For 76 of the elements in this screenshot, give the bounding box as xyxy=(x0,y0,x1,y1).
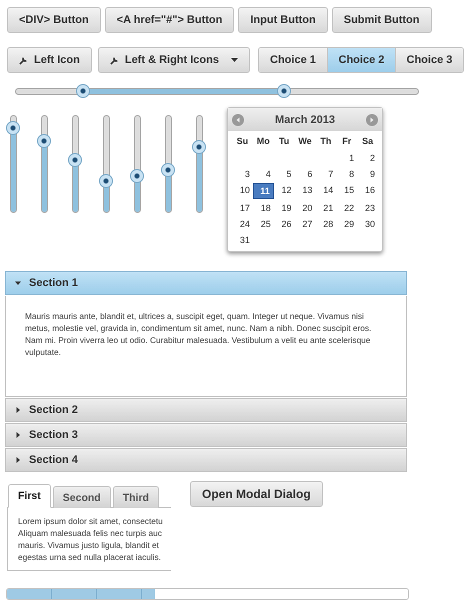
section-text: Mauris mauris ante, blandit et, ultrices a, suscipit eget, quam. Integer ut neque. Vivamus nisi metus, molestie vel, gravida in, condimentum sit amet, nunc. Nam a nibh. Donec suscipit eros. Nam mi. Proin viverra leo ut odio. Curabitur malesuada. Vestibulum a velit eu ante scelerisque vulputate. xyxy=(5,296,407,397)
calendar-day[interactable]: 28 xyxy=(315,217,336,231)
calendar-day[interactable]: 29 xyxy=(336,217,358,231)
calendar-day[interactable]: 5 xyxy=(274,167,295,181)
open-dialog-button[interactable]: Open Modal Dialog xyxy=(190,481,323,507)
choice-toggle[interactable]: Choice 1 xyxy=(258,48,327,72)
calendar-day[interactable]: 12 xyxy=(274,183,295,197)
icon-button[interactable]: Left & Right Icons xyxy=(98,47,250,73)
calendar-day[interactable]: 11 xyxy=(252,183,274,199)
weekday-label: Mo xyxy=(256,135,271,148)
push-button[interactable]: <DIV> Button xyxy=(7,7,101,33)
calendar-day[interactable]: 27 xyxy=(294,217,316,231)
calendar-day[interactable]: 7 xyxy=(315,167,336,181)
slider-handle[interactable] xyxy=(192,140,206,154)
calendar-day[interactable]: 25 xyxy=(252,217,274,231)
calendar-day[interactable]: 17 xyxy=(232,201,253,215)
calendar-day[interactable]: 15 xyxy=(336,183,358,197)
wrench-icon xyxy=(110,56,119,64)
weekday-label: We xyxy=(297,135,313,148)
caret-icon xyxy=(15,432,21,438)
next-icon[interactable] xyxy=(366,114,378,126)
push-button[interactable]: Input Button xyxy=(238,7,328,33)
calendar-day[interactable]: 3 xyxy=(232,167,253,181)
calendar-day[interactable]: 6 xyxy=(294,167,316,181)
caret-icon xyxy=(15,457,21,463)
accordion-header[interactable]: Section 2 xyxy=(5,398,407,422)
calendar-day[interactable]: 20 xyxy=(294,201,316,215)
slider-handle[interactable] xyxy=(76,84,90,98)
calendar-day[interactable]: 21 xyxy=(315,201,336,215)
choice-toggle[interactable]: Choice 3 xyxy=(394,48,463,72)
slider-handle[interactable] xyxy=(99,174,113,188)
tab[interactable]: First xyxy=(8,484,51,508)
calendar-day[interactable]: 23 xyxy=(357,201,378,215)
calendar-day[interactable]: 8 xyxy=(336,167,358,181)
slider-handle[interactable] xyxy=(277,84,292,98)
push-button[interactable]: Submit Button xyxy=(332,7,432,33)
tab[interactable]: Second xyxy=(52,486,111,508)
calendar-day[interactable]: 30 xyxy=(357,217,378,231)
calendar-day[interactable]: 1 xyxy=(336,151,358,165)
tab[interactable]: Third xyxy=(112,486,159,508)
accordion-header[interactable]: Section 3 xyxy=(5,423,407,447)
accordion-header[interactable]: Section 1 xyxy=(5,271,407,295)
caret-icon xyxy=(15,280,21,286)
slider-handle[interactable] xyxy=(161,162,175,177)
slider-handle[interactable] xyxy=(37,134,51,148)
calendar-day[interactable]: 31 xyxy=(232,233,253,247)
tab-text: Lorem ipsum dolor sit amet, consectetu Aliquam malesuada felis nec turpis auc mauris. Vivamus justo ligula, blandit et egestas urna sed nulla placerat iaculis. xyxy=(7,507,171,571)
calendar-day[interactable]: 10 xyxy=(232,183,253,197)
calendar-day[interactable]: 24 xyxy=(232,217,253,231)
calendar-day[interactable]: 19 xyxy=(274,201,295,215)
weekday-label: Th xyxy=(319,135,332,148)
calendar-day[interactable]: 2 xyxy=(357,151,378,165)
accordion-header[interactable]: Section 4 xyxy=(5,448,407,472)
choice-toggle[interactable]: Choice 2 xyxy=(326,48,395,72)
weekday-label: Fr xyxy=(341,135,352,148)
weekday-label: Su xyxy=(236,135,250,148)
calendar-day[interactable]: 14 xyxy=(315,183,336,197)
month-title: March 2013 xyxy=(275,114,335,126)
slider-handle[interactable] xyxy=(6,121,20,136)
calendar-day[interactable]: 18 xyxy=(252,201,274,215)
calendar-day[interactable]: 13 xyxy=(294,183,316,197)
wrench-icon xyxy=(19,56,28,64)
calendar-day[interactable]: 22 xyxy=(336,201,358,215)
slider-handle[interactable] xyxy=(68,153,82,168)
slider-handle[interactable] xyxy=(130,168,144,183)
push-button[interactable]: <A href="#"> Button xyxy=(104,7,234,33)
icon-button[interactable]: Left Icon xyxy=(7,47,92,73)
weekday-label: Tu xyxy=(278,135,290,148)
calendar-day[interactable]: 9 xyxy=(357,167,378,181)
weekday-label: Sa xyxy=(361,135,374,148)
previous-icon[interactable] xyxy=(232,114,244,126)
caret-icon xyxy=(15,407,21,413)
calendar-day[interactable]: 26 xyxy=(274,217,295,231)
calendar-day[interactable]: 4 xyxy=(252,167,274,181)
caret-icon xyxy=(230,58,238,62)
calendar-day[interactable]: 16 xyxy=(357,183,378,197)
